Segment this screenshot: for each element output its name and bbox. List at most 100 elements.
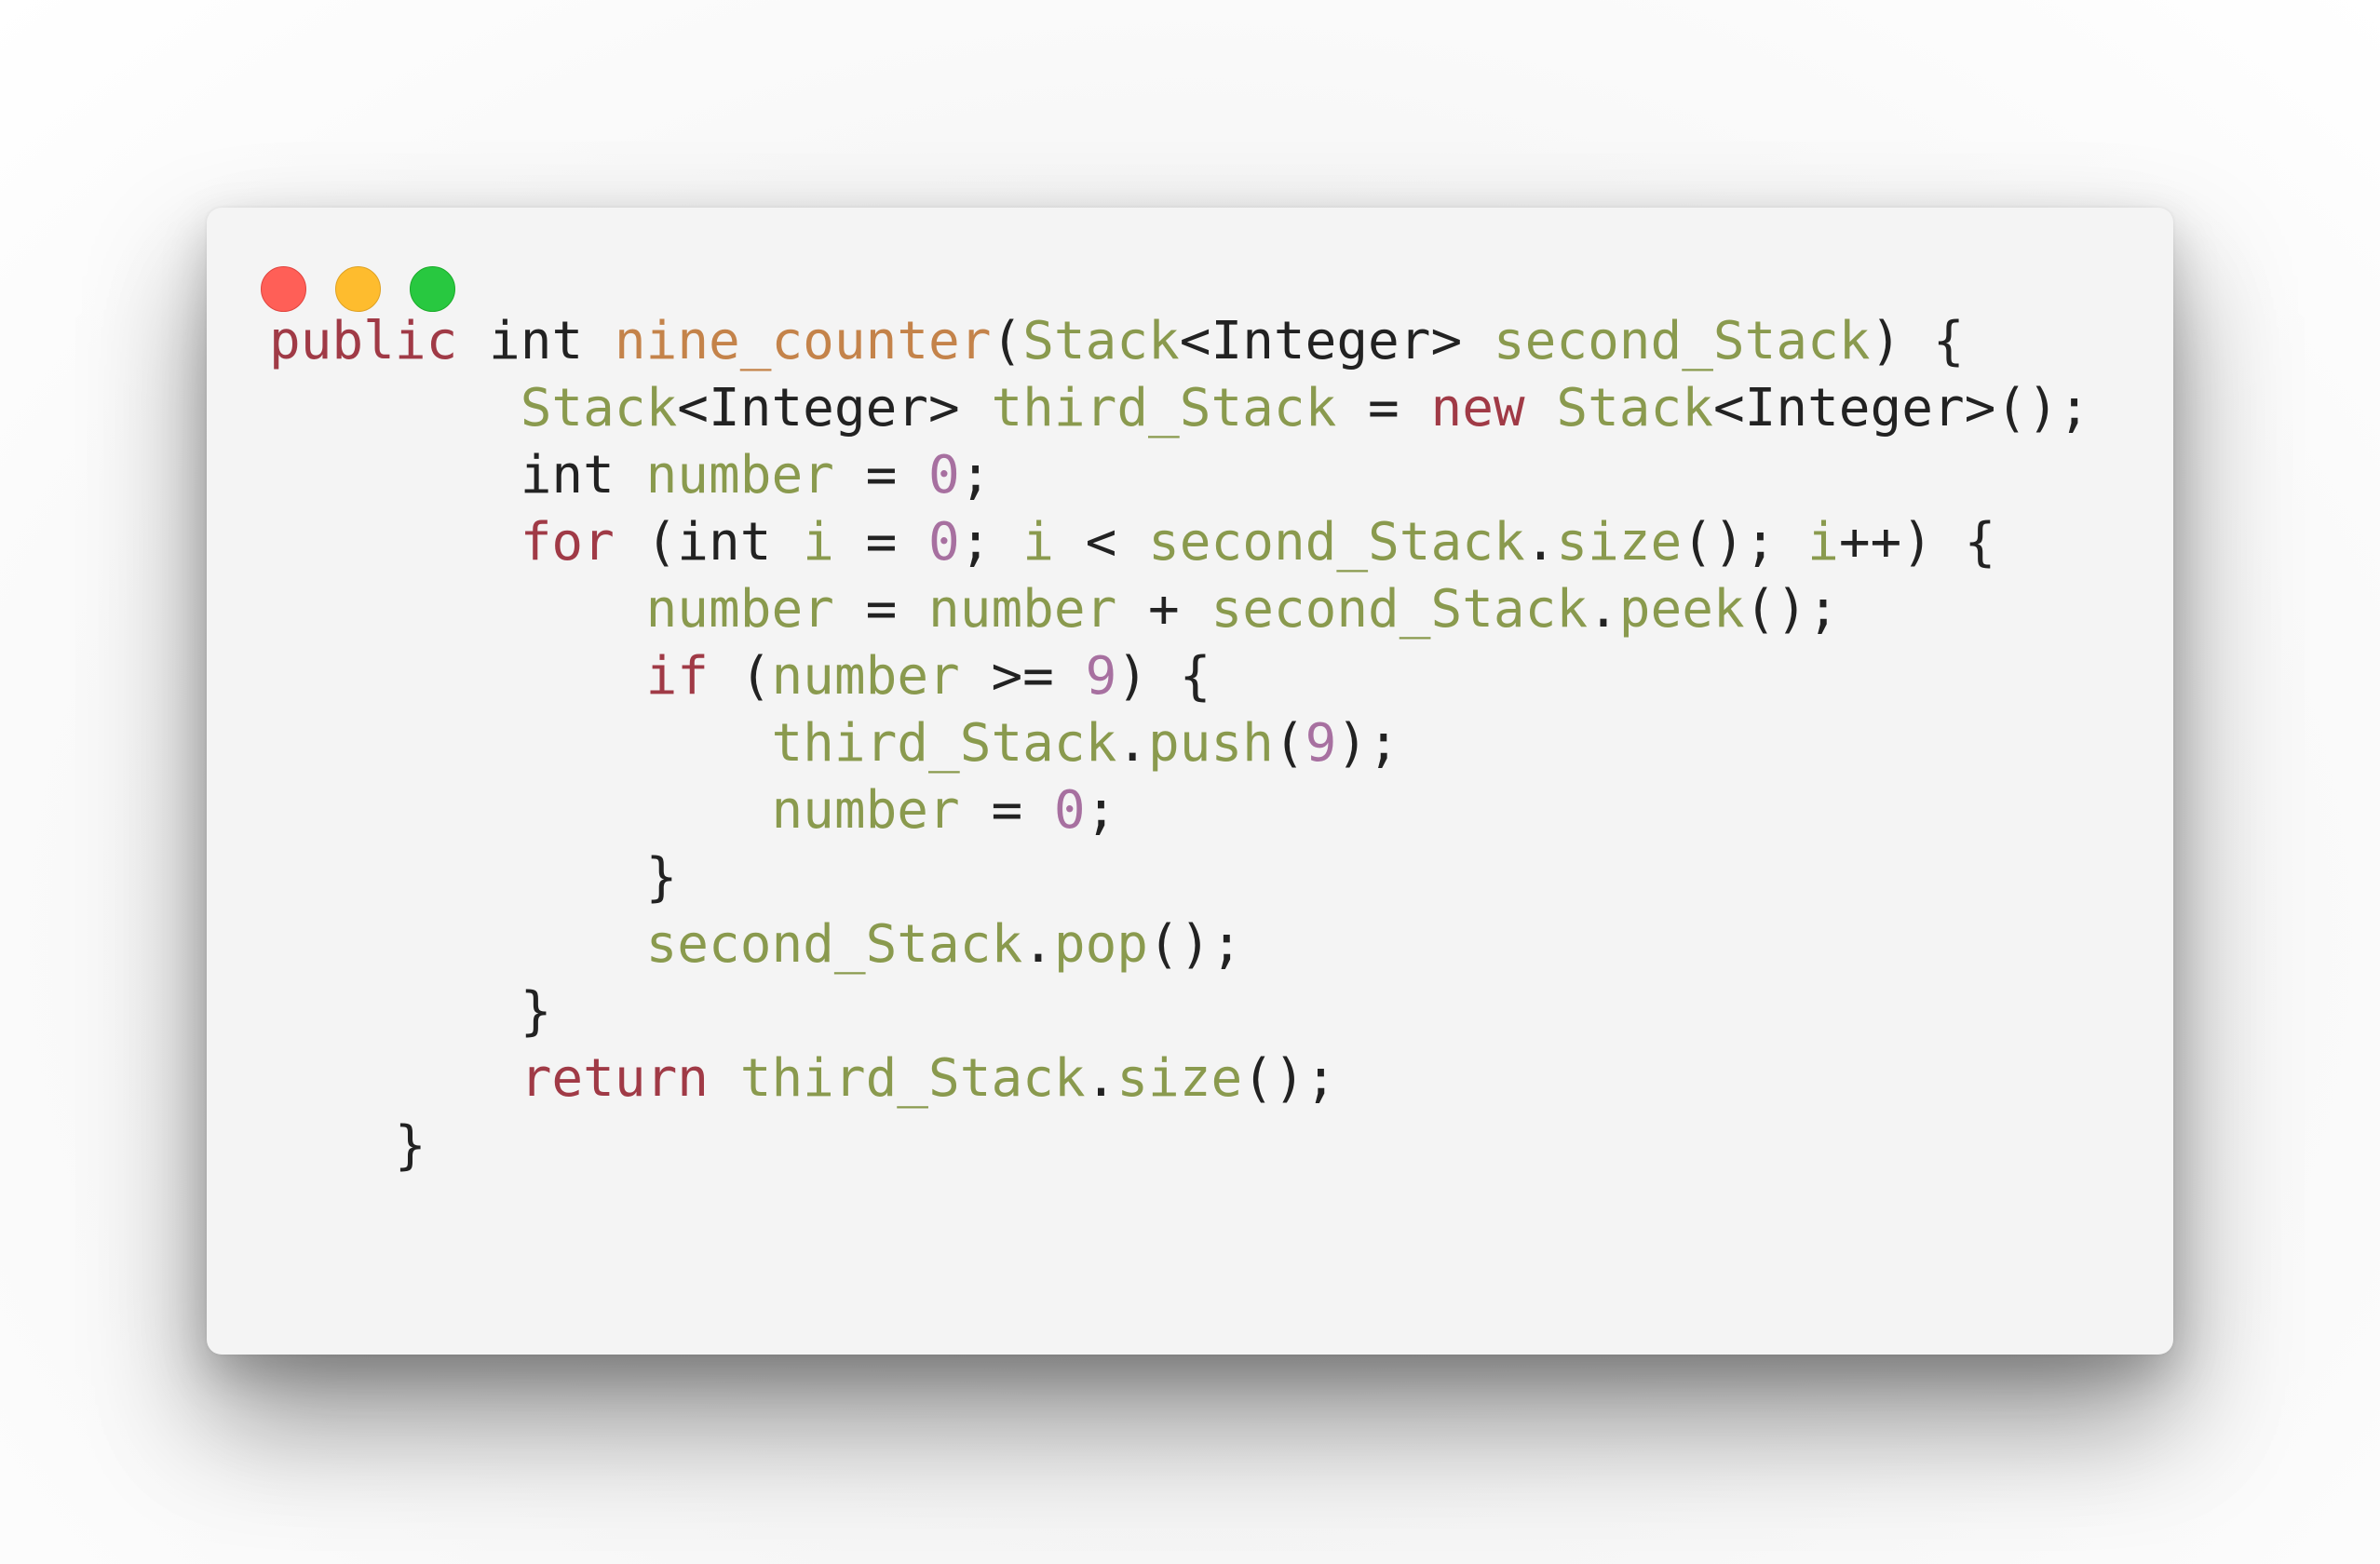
code-line: int number = 0; (269, 442, 992, 509)
code-token-identifier: push (1148, 713, 1274, 774)
code-token-number: 0 (1053, 780, 1086, 841)
code-token-plain: ( (709, 646, 772, 707)
code-line: number = number + second_Stack.peek(); (269, 576, 1839, 643)
code-token-identifier: number (771, 646, 960, 707)
code-token-identifier: peek (1618, 579, 1745, 640)
minimize-button-icon[interactable] (335, 266, 381, 312)
code-token-keyword: if (645, 646, 710, 707)
code-window: public int nine_counter(Stack<Integer> s… (207, 208, 2173, 1355)
page-background: { "window": { "controls": [ {"name": "cl… (0, 0, 2380, 1564)
code-token-plain: <Integer> (677, 378, 992, 438)
code-token-identifier: second_Stack (645, 914, 1023, 975)
code-token-keyword: public (269, 311, 458, 371)
code-token-plain: int (520, 445, 615, 506)
code-token-identifier: third_Stack (739, 1048, 1086, 1109)
code-token-plain: (); (1682, 512, 1808, 573)
code-line: return third_Stack.size(); (269, 1045, 1337, 1112)
code-token-plain: } (394, 1115, 426, 1176)
code-token-keyword: new (1430, 378, 1525, 438)
code-line: third_Stack.push(9); (269, 710, 1400, 777)
code-token-identifier: i (803, 512, 834, 573)
code-token-number: 0 (928, 445, 960, 506)
code-line: } (269, 978, 552, 1045)
code-token-identifier: number (645, 445, 834, 506)
code-line: } (269, 1112, 426, 1180)
code-token-identifier: i (1022, 512, 1054, 573)
code-token-plain: int (489, 311, 584, 371)
code-token-number: 9 (1305, 713, 1337, 774)
code-token-plain: ; (959, 445, 992, 506)
code-token-plain: } (645, 847, 678, 908)
code-line: public int nine_counter(Stack<Integer> s… (269, 308, 1965, 375)
code-token-identifier: Stack (1556, 378, 1713, 438)
code-token-plain: . (1116, 713, 1149, 774)
code-token-plain: . (1085, 1048, 1117, 1109)
code-token-plain: (); (1744, 579, 1839, 640)
code-line: second_Stack.pop(); (269, 911, 1243, 978)
code-token-keyword: return (520, 1048, 710, 1109)
code-token-plain: ; (959, 512, 1023, 573)
code-token-identifier: size (1116, 1048, 1243, 1109)
code-line: Stack<Integer> third_Stack = new Stack<I… (269, 375, 2090, 442)
window-controls (261, 266, 455, 312)
code-token-plain: (); (1242, 1048, 1337, 1109)
code-token-plain: = (833, 445, 929, 506)
code-token-function: nine_counter (614, 311, 992, 371)
code-line: for (int i = 0; i < second_Stack.size();… (269, 509, 1996, 576)
code-token-identifier: number (771, 780, 960, 841)
code-token-plain: = (833, 579, 929, 640)
code-token-identifier: third_Stack (991, 378, 1337, 438)
code-token-plain: } (520, 981, 552, 1042)
code-token-plain: (int (614, 512, 804, 573)
code-line: number = 0; (269, 777, 1116, 844)
code-token-plain: = (1336, 378, 1431, 438)
code-token-plain: ) { (1116, 646, 1211, 707)
code-token-identifier: third_Stack (771, 713, 1117, 774)
code-token-number: 9 (1085, 646, 1117, 707)
code-token-plain: . (1588, 579, 1619, 640)
code-token-identifier: Stack (520, 378, 678, 438)
code-token-plain: = (833, 512, 929, 573)
code-token-plain: = (959, 780, 1054, 841)
close-button-icon[interactable] (261, 266, 306, 312)
code-token-plain: . (1022, 914, 1054, 975)
code-token-plain: . (1524, 512, 1557, 573)
code-line: } (269, 844, 678, 911)
code-token-keyword: for (520, 512, 615, 573)
code-token-plain: <Integer> (1179, 311, 1494, 371)
code-token-number: 0 (928, 512, 960, 573)
code-token-plain: (); (1148, 914, 1243, 975)
code-token-identifier: pop (1053, 914, 1149, 975)
code-token-identifier: second_Stack (1493, 311, 1871, 371)
code-token-plain: ++) { (1838, 512, 1996, 573)
code-token-identifier: number (928, 579, 1117, 640)
code-token-plain: ); (1336, 713, 1400, 774)
code-token-plain: >= (959, 646, 1086, 707)
zoom-button-icon[interactable] (410, 266, 455, 312)
code-token-identifier: number (645, 579, 834, 640)
code-line: if (number >= 9) { (269, 643, 1211, 710)
code-token-plain: + (1116, 579, 1211, 640)
code-token-plain: ( (991, 311, 1023, 371)
code-token-identifier: size (1556, 512, 1683, 573)
code-token-plain: <Integer>(); (1712, 378, 2090, 438)
code-token-plain: < (1053, 512, 1149, 573)
code-token-plain: ( (1273, 713, 1305, 774)
code-token-identifier: Stack (1022, 311, 1180, 371)
code-token-identifier: second_Stack (1148, 512, 1525, 573)
